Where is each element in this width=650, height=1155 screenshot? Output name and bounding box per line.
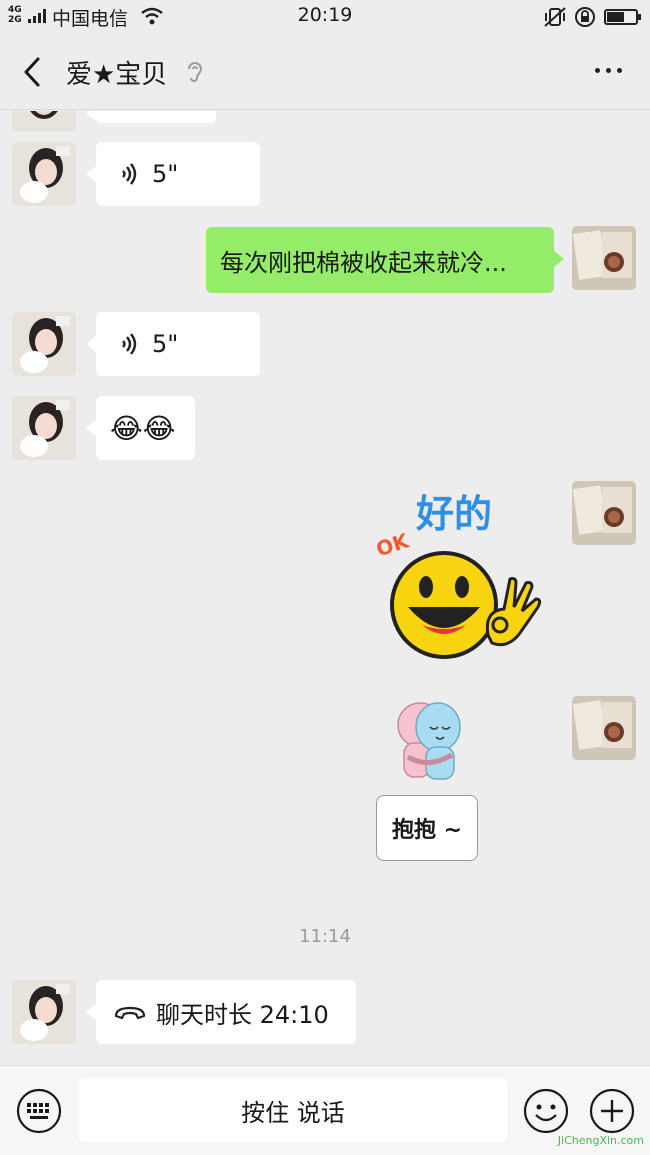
voice-message[interactable]: 5": [86, 142, 260, 206]
message-text: 每次刚把棉被收起来就冷...: [220, 248, 507, 277]
message-list[interactable]: 5" 每次刚把棉被收起来就冷... 5" 😂😂 好的 OK 抱抱 ~ 11:14…: [0, 111, 650, 1065]
call-duration-text: 聊天时长 24:10: [156, 1000, 329, 1029]
back-arrow-icon[interactable]: [18, 56, 48, 88]
ok-sticker[interactable]: 好的 OK: [370, 481, 550, 661]
phone-hangup-icon: [114, 1006, 146, 1020]
status-icons: [544, 6, 641, 28]
smiley-face-icon: [390, 551, 542, 659]
message-bubble-partial[interactable]: [86, 111, 216, 123]
emoji-message[interactable]: 😂😂: [86, 396, 195, 460]
chat-title: 爱★宝贝: [66, 60, 168, 90]
call-record-message[interactable]: 聊天时长 24:10: [86, 980, 356, 1044]
my-avatar[interactable]: [572, 481, 636, 545]
status-bar: 4G 2G 中国电信 20:19: [0, 0, 650, 34]
add-plus-icon[interactable]: [589, 1088, 635, 1134]
sticker-hug-caption: 抱抱 ~: [391, 818, 463, 843]
voice-duration: 5": [152, 160, 179, 188]
more-options-icon[interactable]: [595, 68, 622, 73]
contact-avatar[interactable]: [12, 396, 76, 460]
contact-avatar[interactable]: [12, 980, 76, 1044]
voice-wave-icon: [122, 163, 137, 185]
hug-sticker[interactable]: 抱抱 ~: [362, 699, 482, 861]
message-timestamp: 11:14: [299, 926, 351, 947]
text-message-outgoing[interactable]: 每次刚把棉被收起来就冷...: [206, 227, 564, 293]
voice-message[interactable]: 5": [86, 312, 260, 376]
emoji-face-icon[interactable]: [523, 1088, 569, 1134]
keyboard-icon[interactable]: [16, 1088, 62, 1134]
earpiece-mode-icon: [188, 62, 203, 82]
contact-avatar[interactable]: [12, 111, 76, 131]
watermark: JiChengXin.com: [557, 1134, 644, 1147]
vibrate-icon: [544, 7, 566, 27]
sticker-ok-caption: 好的: [416, 492, 493, 536]
contact-avatar[interactable]: [12, 142, 76, 206]
rotation-lock-icon: [575, 7, 595, 27]
input-bar: 按住 说话 JiChengXin.com: [0, 1065, 650, 1155]
battery-icon: [604, 9, 641, 25]
voice-wave-icon: [122, 333, 137, 355]
hug-caption-bubble: 抱抱 ~: [376, 795, 478, 861]
my-avatar[interactable]: [572, 226, 636, 290]
chat-header: 爱★宝贝: [0, 34, 650, 110]
hold-to-talk-button[interactable]: 按住 说话: [79, 1078, 507, 1142]
emoji-text: 😂😂: [110, 411, 176, 445]
my-avatar[interactable]: [572, 696, 636, 760]
contact-avatar[interactable]: [12, 312, 76, 376]
voice-duration: 5": [152, 330, 179, 358]
hugging-characters-icon: [397, 702, 461, 780]
